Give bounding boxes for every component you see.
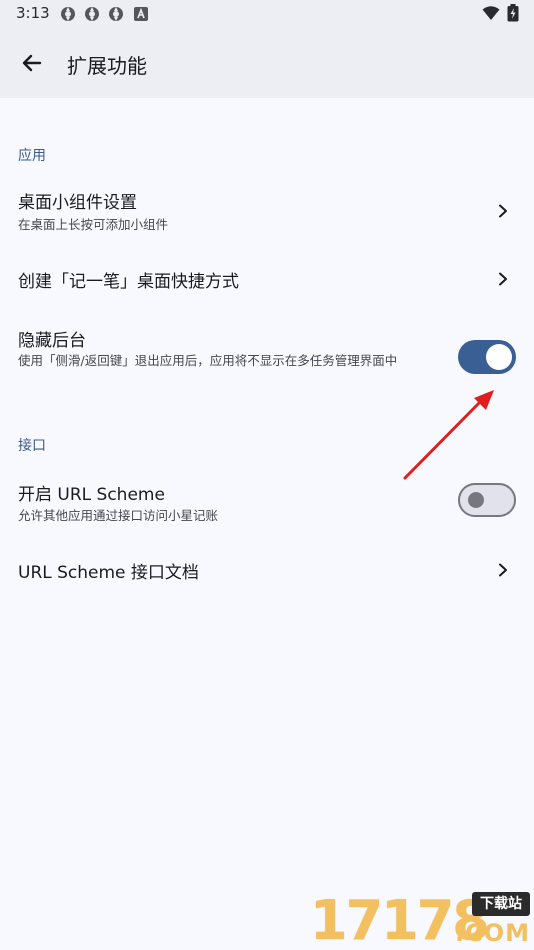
status-bar: 3:13 (0, 0, 534, 28)
switch-knob (486, 344, 512, 370)
page-title: 扩展功能 (67, 54, 147, 78)
screen: 3:13 扩展功能 应用 桌面小组件设置 在桌面上长按可添加小组件 创建「记一笔… (0, 0, 534, 950)
settings-item-subtitle: 使用「侧滑/返回键」退出应用后，应用将不显示在多任务管理界面中 (18, 353, 398, 368)
app-a-icon (134, 7, 150, 23)
settings-item-hide-background[interactable]: 隐藏后台 使用「侧滑/返回键」退出应用后，应用将不显示在多任务管理界面中 (0, 316, 534, 396)
chevron-right-icon (496, 271, 510, 286)
chevron-right-icon (496, 203, 510, 218)
settings-item-subtitle: 允许其他应用通过接口访问小星记账 (18, 508, 219, 523)
sync-icon (84, 6, 100, 22)
switch-knob (468, 492, 484, 508)
sync-icon (60, 6, 76, 22)
settings-item-title: URL Scheme 接口文档 (18, 563, 199, 583)
sync-icon (108, 6, 124, 22)
section-header-interface: 接口 (18, 438, 46, 454)
settings-item-shortcut[interactable]: 创建「记一笔」桌面快捷方式 (0, 256, 534, 300)
status-time: 3:13 (16, 4, 50, 22)
watermark-tag: 下载站 (472, 892, 530, 916)
settings-item-url-docs[interactable]: URL Scheme 接口文档 (0, 548, 534, 592)
chevron-right-icon (496, 562, 510, 577)
settings-item-subtitle: 在桌面上长按可添加小组件 (18, 217, 169, 232)
top-bar: 3:13 扩展功能 (0, 0, 534, 98)
settings-item-title: 开启 URL Scheme (18, 485, 165, 505)
watermark: 17178 下载站 .COM (310, 892, 534, 950)
url-scheme-switch[interactable] (458, 483, 516, 517)
settings-item-url-scheme[interactable]: 开启 URL Scheme 允许其他应用通过接口访问小星记账 (0, 470, 534, 530)
settings-item-title: 桌面小组件设置 (18, 193, 137, 213)
wifi-icon (482, 5, 500, 21)
battery-charging-icon (507, 4, 519, 22)
watermark-suffix: .COM (454, 919, 530, 947)
settings-item-title: 隐藏后台 (18, 331, 86, 351)
arrow-left-icon[interactable] (18, 49, 46, 77)
settings-item-widget[interactable]: 桌面小组件设置 在桌面上长按可添加小组件 (0, 178, 534, 240)
hide-background-switch[interactable] (458, 340, 516, 374)
settings-item-title: 创建「记一笔」桌面快捷方式 (18, 272, 239, 292)
section-header-apps: 应用 (18, 148, 46, 164)
